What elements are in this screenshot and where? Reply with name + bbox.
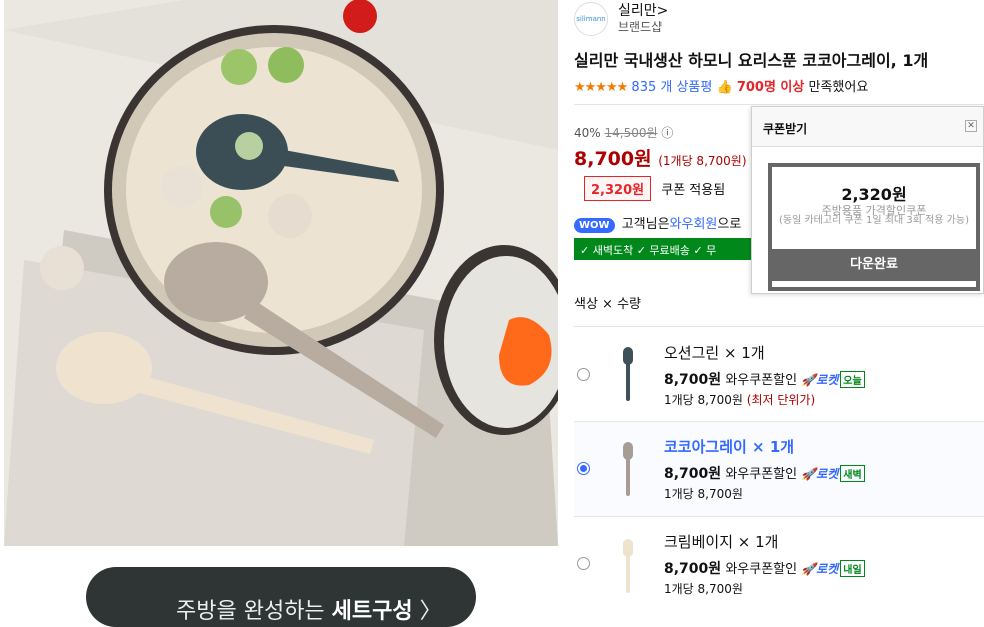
set-promo-banner[interactable]: 주방을 완성하는 세트구성 〉: [86, 567, 476, 627]
coupon-popup-title: 쿠폰받기: [752, 107, 983, 147]
unit-price: (1개당 8,700원): [658, 154, 747, 168]
option-unit-price: 1개당 8,700원: [664, 393, 743, 407]
option-item-ocean-green[interactable]: 오션그린 × 1개 8,700원 와우쿠폰할인 🚀로켓 오늘 1개당 8,700원…: [574, 326, 984, 421]
option-name: 코코아그레이 × 1개: [664, 438, 795, 456]
option-thumbnail: [618, 347, 638, 407]
option-name: 오션그린 × 1개: [664, 344, 765, 362]
chevron-right-icon: >: [656, 3, 669, 19]
option-unit-row: 1개당 8,700원 (최저 단위가): [664, 391, 815, 408]
rocket-delivery-icon: 🚀로켓: [801, 467, 839, 481]
option-unit-price: 1개당 8,700원: [664, 582, 743, 596]
close-icon[interactable]: ✕: [965, 120, 977, 132]
chevron-right-icon: 〉: [419, 599, 442, 624]
discount-rate: 40%: [574, 126, 601, 140]
coupon-condition: (동일 카테고리 쿠폰 1일 최대 3회 적용 가능): [779, 215, 969, 226]
brand-logo[interactable]: silimann: [574, 2, 608, 36]
option-coupon: 와우쿠폰할인: [725, 467, 798, 482]
product-main-image: [4, 0, 558, 546]
product-title: 실리만 국내생산 하모니 요리스푼 코코아그레이, 1개: [574, 51, 929, 70]
wow-suffix: 으로: [717, 217, 742, 232]
option-radio[interactable]: [577, 368, 590, 381]
sale-price: 8,700원: [574, 148, 652, 170]
option-thumbnail: [618, 442, 638, 502]
spoon-handle: [626, 361, 630, 401]
wow-prefix: 고객님은: [621, 217, 670, 232]
coupon-applied-row: 2,320원 쿠폰 적용됨: [584, 176, 725, 201]
option-name: 크림베이지 × 1개: [664, 533, 779, 551]
spoon-handle: [626, 456, 630, 496]
option-price: 8,700원: [664, 466, 722, 482]
coupon-applied-label: 쿠폰 적용됨: [661, 183, 726, 198]
option-price-row: 8,700원 와우쿠폰할인 🚀로켓 새벽: [664, 463, 865, 483]
rocket-delivery-icon: 🚀로켓: [801, 562, 839, 576]
brand-name-link[interactable]: 실리만>: [618, 0, 668, 20]
product-info-panel: silimann 실리만> 브랜드샵 실리만 국내생산 하모니 요리스푼 코코아…: [574, 0, 984, 610]
coupon-popup: 쿠폰받기 ✕ 2,320원 주방용품 가격할인쿠폰 (동일 카테고리 쿠폰 1일…: [751, 106, 984, 294]
option-price-row: 8,700원 와우쿠폰할인 🚀로켓 오늘: [664, 369, 865, 389]
option-price: 8,700원: [664, 561, 722, 577]
delivery-day-badge: 내일: [840, 560, 865, 577]
option-unit-row: 1개당 8,700원: [664, 485, 743, 502]
option-coupon: 와우쿠폰할인: [725, 373, 798, 388]
divider: [574, 104, 984, 105]
delivery-day-badge: 오늘: [840, 371, 865, 388]
option-unit-row: 1개당 8,700원: [664, 580, 743, 597]
original-price: 14,500원: [604, 126, 658, 140]
wow-badge: WOW: [574, 218, 615, 233]
benefit-bar: ✓ 새벽도착 ✓ 무료배송 ✓ 무: [574, 238, 764, 260]
sale-price-row: 8,700원 (1개당 8,700원): [574, 144, 747, 171]
rocket-delivery-icon: 🚀로켓: [801, 373, 839, 387]
banner-bold-text: 세트구성: [331, 599, 413, 624]
option-item-cocoa-grey[interactable]: 코코아그레이 × 1개 8,700원 와우쿠폰할인 🚀로켓 새벽 1개당 8,70…: [574, 421, 984, 516]
option-thumbnail: [618, 539, 638, 599]
wow-member-row: WOW 고객님은와우회원으로: [574, 213, 741, 233]
option-radio-selected[interactable]: [577, 462, 590, 475]
info-icon[interactable]: ⓘ: [661, 126, 673, 140]
discount-row: 40% 14,500원 ⓘ: [574, 124, 673, 141]
coupon-tag[interactable]: 2,320원: [584, 176, 652, 201]
lowest-unit-note: (최저 단위가): [746, 393, 816, 407]
option-section-title: 색상 × 수량: [574, 297, 641, 312]
rating-row: ★★★★★ 835 개 상품평 👍 700명 이상 만족했어요: [574, 76, 868, 95]
spoon-handle: [626, 553, 630, 593]
option-price: 8,700원: [664, 372, 722, 388]
option-unit-price: 1개당 8,700원: [664, 487, 743, 501]
wow-member-link[interactable]: 와우회원: [670, 217, 718, 232]
thumbs-up-icon: 👍: [716, 80, 733, 95]
delivery-day-badge: 새벽: [840, 465, 865, 482]
coupon-download-complete-button[interactable]: 다운완료: [768, 249, 980, 281]
star-rating-icon: ★★★★★: [574, 80, 628, 95]
satisfied-text: 만족했어요: [808, 80, 869, 95]
coupon-card: 2,320원 주방용품 가격할인쿠폰 (동일 카테고리 쿠폰 1일 최대 3회 …: [768, 163, 980, 291]
option-item-cream-beige[interactable]: 크림베이지 × 1개 8,700원 와우쿠폰할인 🚀로켓 내일 1개당 8,700…: [574, 516, 984, 610]
option-price-row: 8,700원 와우쿠폰할인 🚀로켓 내일: [664, 558, 865, 578]
brand-name: 실리만: [618, 3, 657, 19]
review-count-link[interactable]: 835 개 상품평: [631, 80, 712, 95]
banner-text: 주방을 완성하는: [176, 599, 332, 624]
satisfied-count: 700명 이상: [736, 80, 805, 95]
option-radio[interactable]: [577, 557, 590, 570]
brand-shop-label[interactable]: 브랜드샵: [618, 18, 662, 35]
option-coupon: 와우쿠폰할인: [725, 562, 798, 577]
